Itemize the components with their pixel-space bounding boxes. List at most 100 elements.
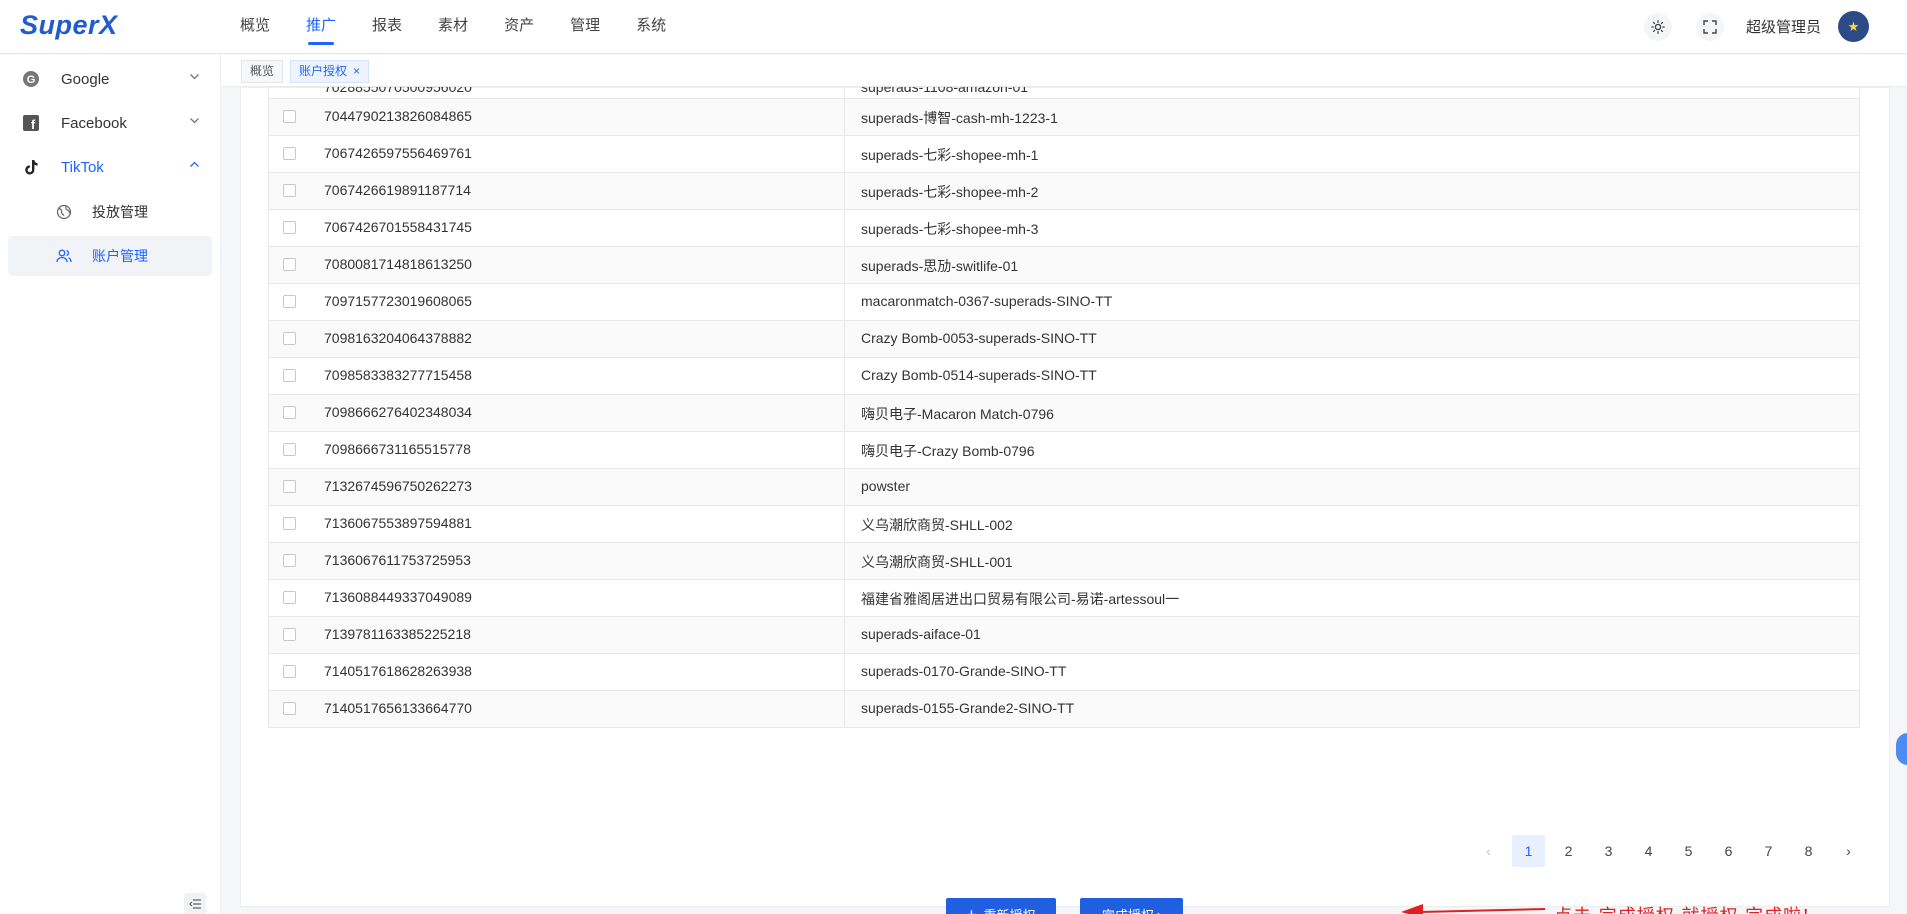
row-checkbox[interactable] — [283, 110, 296, 123]
row-checkbox[interactable] — [283, 554, 296, 567]
account-id: 7139781163385225218 — [324, 626, 471, 642]
nav-materials[interactable]: 素材 — [438, 0, 468, 54]
column-divider — [844, 321, 845, 357]
nav-management[interactable]: 管理 — [570, 0, 600, 54]
nav-reports[interactable]: 报表 — [372, 0, 402, 54]
next-page-button[interactable]: › — [1832, 835, 1865, 867]
avatar[interactable]: ★ — [1838, 11, 1869, 42]
svg-text:f: f — [31, 117, 36, 131]
table-row[interactable]: 7067426597556469761 superads-七彩-shopee-mh… — [269, 135, 1859, 172]
table-row[interactable]: 7028855070500956020 superads-1108-amazon-… — [269, 86, 1859, 98]
account-name: 义乌潮欣商贸-SHLL-002 — [861, 517, 1013, 533]
sidebar-item-google[interactable]: G Google — [8, 59, 212, 99]
tab-account-auth[interactable]: 账户授权 × — [290, 60, 370, 83]
table-row[interactable]: 7067426701558431745 superads-七彩-shopee-mh… — [269, 209, 1859, 246]
column-divider — [844, 87, 845, 98]
floating-helper-button[interactable] — [1896, 733, 1907, 765]
table-row[interactable]: 7140517656133664770 superads-0155-Grande2… — [269, 690, 1859, 727]
page-8-button[interactable]: 8 — [1792, 835, 1825, 867]
page-4-button[interactable]: 4 — [1632, 835, 1665, 867]
account-id: 7080081714818613250 — [324, 256, 472, 272]
row-checkbox[interactable] — [283, 332, 296, 345]
page-5-button[interactable]: 5 — [1672, 835, 1705, 867]
sidebar-item-label: Google — [61, 70, 110, 88]
column-divider — [844, 173, 845, 209]
account-id: 7028855070500956020 — [324, 86, 472, 95]
tab-overview[interactable]: 概览 — [241, 60, 284, 83]
column-divider — [844, 617, 845, 653]
row-checkbox[interactable] — [283, 258, 296, 271]
nav-assets[interactable]: 资产 — [504, 0, 534, 54]
sidebar-item-facebook[interactable]: f Facebook — [8, 103, 212, 143]
row-checkbox[interactable] — [283, 406, 296, 419]
sidebar-item-account-management[interactable]: 账户管理 — [8, 236, 212, 276]
row-checkbox[interactable] — [283, 443, 296, 456]
row-checkbox[interactable] — [283, 369, 296, 382]
table-row[interactable]: 7136067553897594881 义乌潮欣商贸-SHLL-002 — [269, 505, 1859, 542]
column-divider — [844, 691, 845, 727]
nav-promotion[interactable]: 推广 — [306, 0, 336, 54]
page-2-button[interactable]: 2 — [1552, 835, 1585, 867]
sidebar-item-label: TikTok — [61, 158, 104, 176]
tab-label: 账户授权 — [299, 64, 348, 78]
table-row[interactable]: 7098666731165515778 嗨贝电子-Crazy Bomb-0796 — [269, 431, 1859, 468]
page-7-button[interactable]: 7 — [1752, 835, 1785, 867]
table-row[interactable]: 7136088449337049089 福建省雅阁居进出口贸易有限公司-易诺-ar… — [269, 579, 1859, 616]
column-divider — [844, 506, 845, 542]
account-name: Crazy Bomb-0514-superads-SINO-TT — [861, 367, 1097, 383]
table-row[interactable]: 7080081714818613250 superads-思劢-switlife-… — [269, 246, 1859, 283]
row-checkbox[interactable] — [283, 517, 296, 530]
sidebar-item-label: Facebook — [61, 114, 127, 132]
sidebar-item-label: 投放管理 — [92, 204, 148, 220]
row-checkbox[interactable] — [283, 295, 296, 308]
table-row[interactable]: 7098583383277715458 Crazy Bomb-0514-super… — [269, 357, 1859, 394]
red-arrow-annotation — [1401, 904, 1546, 914]
row-checkbox[interactable] — [283, 184, 296, 197]
table-row[interactable]: 7098163204064378882 Crazy Bomb-0053-super… — [269, 320, 1859, 357]
users-icon — [53, 248, 75, 264]
account-id: 7098163204064378882 — [324, 330, 472, 346]
nav-system[interactable]: 系统 — [636, 0, 666, 54]
column-divider — [844, 136, 845, 172]
close-icon[interactable]: × — [353, 64, 360, 78]
account-id: 7098666731165515778 — [324, 441, 471, 457]
table-row[interactable]: 7139781163385225218 superads-aiface-01 — [269, 616, 1859, 653]
row-checkbox[interactable] — [283, 702, 296, 715]
table-row[interactable]: 7097157723019608065 macaronmatch-0367-sup… — [269, 283, 1859, 320]
sidebar-item-ad-management[interactable]: 投放管理 — [8, 192, 212, 232]
table-row[interactable]: 7136067611753725953 义乌潮欣商贸-SHLL-001 — [269, 542, 1859, 579]
table-row[interactable]: 7098666276402348034 嗨贝电子-Macaron Match-07… — [269, 394, 1859, 431]
table-row[interactable]: 7140517618628263938 superads-0170-Grande-… — [269, 653, 1859, 690]
complete-authorization-label: 完成授权 — [1102, 905, 1154, 914]
fullscreen-icon[interactable] — [1696, 13, 1724, 41]
table-row[interactable]: 7067426619891187714 superads-七彩-shopee-mh… — [269, 172, 1859, 209]
reauthorize-button[interactable]: + 重新授权 — [946, 898, 1056, 914]
row-checkbox[interactable] — [283, 591, 296, 604]
row-checkbox[interactable] — [283, 480, 296, 493]
nav-overview[interactable]: 概览 — [240, 0, 270, 54]
page-3-button[interactable]: 3 — [1592, 835, 1625, 867]
row-checkbox[interactable] — [283, 628, 296, 641]
row-checkbox[interactable] — [283, 221, 296, 234]
column-divider — [844, 247, 845, 283]
top-nav: 概览 推广 报表 素材 资产 管理 系统 — [240, 0, 702, 54]
account-name: superads-七彩-shopee-mh-1 — [861, 147, 1039, 163]
chevron-up-icon — [189, 159, 200, 173]
menu-collapse-icon[interactable] — [184, 893, 206, 914]
account-id: 7140517618628263938 — [324, 663, 472, 679]
sidebar-item-tiktok[interactable]: TikTok — [8, 147, 212, 187]
complete-authorization-button[interactable]: 完成授权 › — [1080, 898, 1183, 914]
prev-page-button[interactable]: ‹ — [1472, 835, 1505, 867]
top-header: SuperX 概览 推广 报表 素材 资产 管理 系统 超级管理员 ★ — [0, 0, 1907, 54]
reauthorize-label: 重新授权 — [983, 905, 1035, 914]
row-checkbox[interactable] — [283, 665, 296, 678]
column-divider — [844, 432, 845, 468]
page-6-button[interactable]: 6 — [1712, 835, 1745, 867]
page-1-button[interactable]: 1 — [1512, 835, 1545, 867]
row-checkbox[interactable] — [283, 147, 296, 160]
account-name: superads-aiface-01 — [861, 626, 981, 642]
sun-icon[interactable] — [1644, 13, 1672, 41]
admin-name[interactable]: 超级管理员 — [1746, 16, 1821, 37]
table-row[interactable]: 7132674596750262273 powster — [269, 468, 1859, 505]
table-row[interactable]: 7044790213826084865 superads-博智-cash-mh-1… — [269, 98, 1859, 135]
